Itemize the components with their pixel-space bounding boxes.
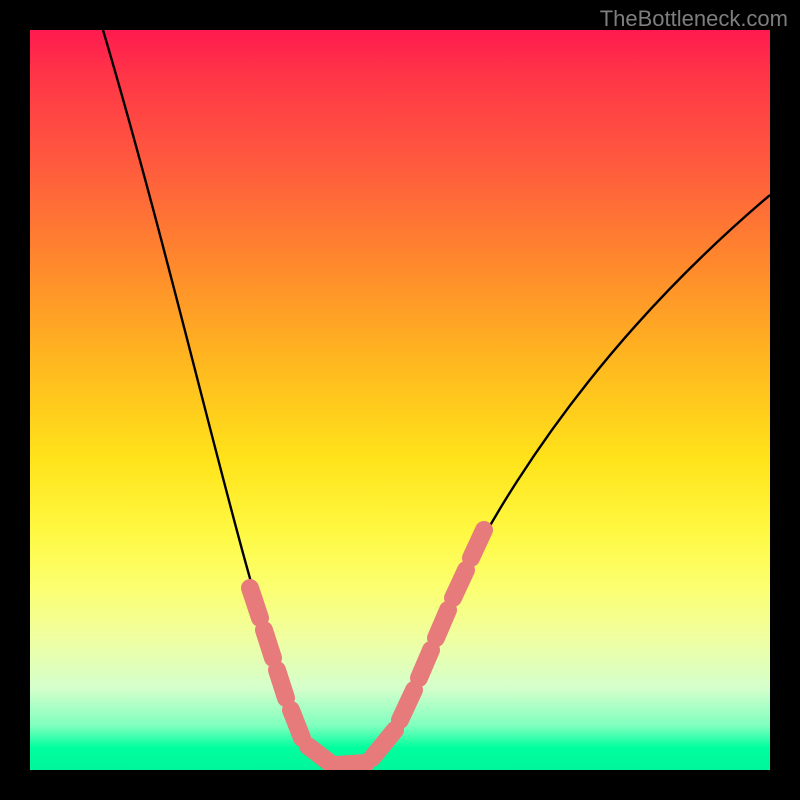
bead-segment [372,730,395,758]
marker-beads [30,30,770,770]
bead-segment [250,588,260,618]
chart-frame [30,30,770,770]
bead-segment [453,570,466,598]
bead-segment [436,610,448,638]
bead-segment [400,690,414,720]
bead-segment [336,763,366,765]
bead-segment [308,746,330,763]
bead-segment [277,670,286,698]
bead-group [250,530,484,765]
bead-segment [291,710,302,738]
bead-segment [264,630,273,658]
bead-segment [471,530,484,558]
bead-segment [419,650,431,678]
watermark-text: TheBottleneck.com [600,6,788,32]
